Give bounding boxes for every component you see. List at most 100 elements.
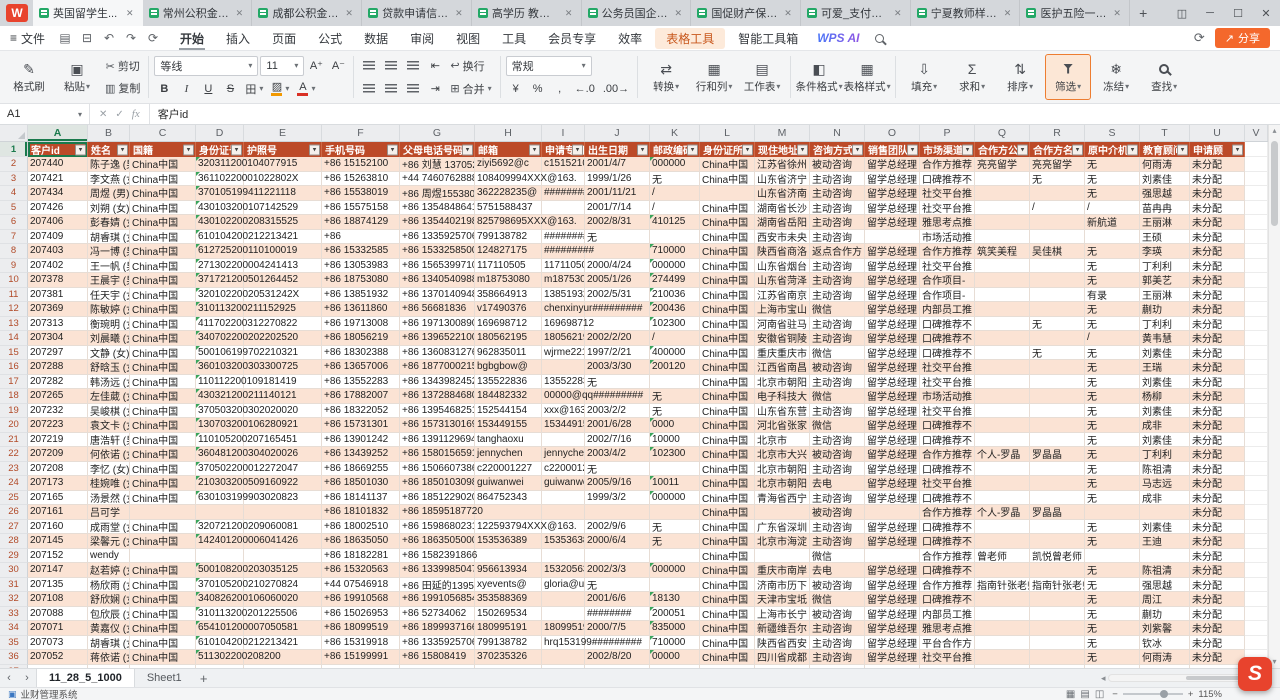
cell[interactable]: 210303200509160922 bbox=[196, 476, 244, 491]
cell[interactable]: 207088 bbox=[28, 607, 88, 622]
cell[interactable]: China中国 bbox=[130, 389, 196, 404]
cell[interactable]: +44 7460762888 bbox=[400, 172, 475, 187]
row-number[interactable]: 17 bbox=[0, 375, 28, 390]
cell[interactable]: 207426 bbox=[28, 201, 88, 216]
cell[interactable]: +86 1850103098 bbox=[400, 476, 475, 491]
cell[interactable]: 207288 bbox=[28, 360, 88, 375]
column-header[interactable]: Q bbox=[975, 125, 1030, 141]
cell[interactable] bbox=[1245, 201, 1268, 216]
cell[interactable]: 无 bbox=[1085, 520, 1140, 535]
cell[interactable] bbox=[1245, 636, 1268, 651]
cell[interactable]: 主动咨询 bbox=[810, 259, 865, 274]
cell[interactable]: +86 15538019 bbox=[322, 186, 400, 201]
cell[interactable] bbox=[865, 505, 920, 520]
filter-dropdown-icon[interactable]: ▾ bbox=[183, 144, 194, 155]
cell[interactable]: 雅思考点推 bbox=[920, 215, 975, 230]
row-number[interactable]: 21 bbox=[0, 433, 28, 448]
cell[interactable]: 李文燕 (女 bbox=[88, 172, 130, 187]
cell[interactable]: 口碑推荐不 bbox=[920, 534, 975, 549]
cell[interactable]: m18753080 bbox=[475, 273, 542, 288]
font-color-button[interactable]: A▾ bbox=[294, 79, 318, 99]
cell[interactable]: +86 56681836 bbox=[400, 302, 475, 317]
cell[interactable] bbox=[1030, 273, 1085, 288]
cell[interactable]: +86 1580156591 bbox=[400, 447, 475, 462]
cell[interactable]: 未分配 bbox=[1190, 404, 1245, 419]
cell[interactable] bbox=[865, 230, 920, 245]
cell[interactable]: 市场活动推 bbox=[920, 230, 975, 245]
cell[interactable]: 梁馨元 (女 bbox=[88, 534, 130, 549]
menu-tab[interactable]: 数据 bbox=[353, 26, 399, 50]
currency-format-button[interactable]: ¥ bbox=[506, 79, 526, 99]
cell[interactable]: 被动咨询 bbox=[810, 505, 865, 520]
cell[interactable]: 无 bbox=[1085, 534, 1140, 549]
cell[interactable]: 留学总经理 bbox=[865, 172, 920, 187]
cell[interactable]: 320311200104077915 bbox=[196, 157, 244, 172]
cell[interactable]: 271302200004241413 bbox=[196, 259, 244, 274]
header-cell[interactable]: 手机号码▾ bbox=[322, 142, 400, 157]
cell[interactable] bbox=[130, 505, 196, 520]
cell[interactable]: 留学总经理 bbox=[865, 418, 920, 433]
cell[interactable]: 留学总经理 bbox=[865, 331, 920, 346]
cell[interactable]: ######## bbox=[585, 607, 650, 622]
cell[interactable]: 袁文卡 (女 bbox=[88, 418, 130, 433]
cell[interactable]: 未分配 bbox=[1190, 346, 1245, 361]
cell[interactable]: 口碑推荐不 bbox=[920, 331, 975, 346]
cell[interactable]: 无 bbox=[1085, 462, 1140, 477]
cell[interactable]: 未分配 bbox=[1190, 288, 1245, 303]
header-cell[interactable]: 身份证号▾ bbox=[196, 142, 244, 157]
cell[interactable]: 留学总经理 bbox=[865, 578, 920, 593]
cell[interactable]: China中国 bbox=[700, 563, 755, 578]
cell[interactable]: +86 18669255 bbox=[322, 462, 400, 477]
cell[interactable]: 430321200211140121 bbox=[196, 389, 244, 404]
cell[interactable]: 1999/3/2 bbox=[585, 491, 650, 506]
cell[interactable]: 刘素佳 bbox=[1140, 172, 1190, 187]
cell[interactable]: China中国 bbox=[700, 534, 755, 549]
cell[interactable]: guiwanwei bbox=[542, 476, 585, 491]
cell[interactable]: 丁利利 bbox=[1140, 259, 1190, 274]
normal-view-icon[interactable]: ▦ bbox=[1066, 689, 1075, 700]
row-number[interactable]: 11 bbox=[0, 288, 28, 303]
header-cell[interactable]: 教育顾问▾ bbox=[1140, 142, 1190, 157]
cell[interactable]: 2000/6/4 bbox=[585, 534, 650, 549]
cell[interactable]: China中国 bbox=[700, 520, 755, 535]
cell[interactable]: +86 13901242 bbox=[322, 433, 400, 448]
cell[interactable] bbox=[1245, 447, 1268, 462]
cell[interactable]: 丁利利 bbox=[1140, 317, 1190, 332]
cell[interactable]: 桂婉唯 (女 bbox=[88, 476, 130, 491]
cell[interactable]: xyevents@ bbox=[475, 578, 542, 593]
cell[interactable]: 留学总经理 bbox=[865, 375, 920, 390]
cell[interactable]: China中国 bbox=[130, 433, 196, 448]
cell[interactable] bbox=[975, 621, 1030, 636]
cell[interactable] bbox=[1030, 636, 1085, 651]
cell[interactable]: 成非 bbox=[1140, 491, 1190, 506]
cell[interactable]: 无 bbox=[650, 534, 700, 549]
cell[interactable]: 207160 bbox=[28, 520, 88, 535]
cell[interactable]: 207381 bbox=[28, 288, 88, 303]
cell[interactable]: 蒋依诺 (女 bbox=[88, 650, 130, 665]
cell[interactable]: / bbox=[650, 186, 700, 201]
cell[interactable] bbox=[1085, 549, 1140, 564]
cell[interactable]: China中国 bbox=[130, 476, 196, 491]
cell[interactable]: 社交平台推 bbox=[920, 201, 975, 216]
row-number[interactable]: 24 bbox=[0, 476, 28, 491]
cell[interactable]: 207208 bbox=[28, 462, 88, 477]
cell[interactable]: 合作项目- bbox=[920, 273, 975, 288]
cell[interactable]: +86 1573130169 bbox=[400, 418, 475, 433]
cell[interactable]: +86 15575158 bbox=[322, 201, 400, 216]
previous-sheet-icon[interactable]: ‹ bbox=[0, 672, 18, 684]
cell[interactable]: 江苏省南京 bbox=[755, 288, 810, 303]
cell[interactable]: 未分配 bbox=[1190, 244, 1245, 259]
cell[interactable]: 未分配 bbox=[1190, 331, 1245, 346]
cell[interactable] bbox=[975, 418, 1030, 433]
cell[interactable]: 未分配 bbox=[1190, 201, 1245, 216]
increase-font-size-button[interactable]: A⁺ bbox=[306, 56, 326, 76]
cell[interactable]: China中国 bbox=[130, 288, 196, 303]
cell[interactable]: / bbox=[650, 331, 700, 346]
cell[interactable] bbox=[1030, 186, 1085, 201]
close-tab-icon[interactable]: ✕ bbox=[563, 8, 575, 19]
cell[interactable]: 江西省南昌 bbox=[755, 360, 810, 375]
align-top-button[interactable] bbox=[359, 56, 379, 76]
cell[interactable]: 山东省东营 bbox=[755, 404, 810, 419]
sync-icon[interactable]: ⟳ bbox=[1194, 30, 1205, 46]
cell[interactable]: 主动咨询 bbox=[810, 375, 865, 390]
